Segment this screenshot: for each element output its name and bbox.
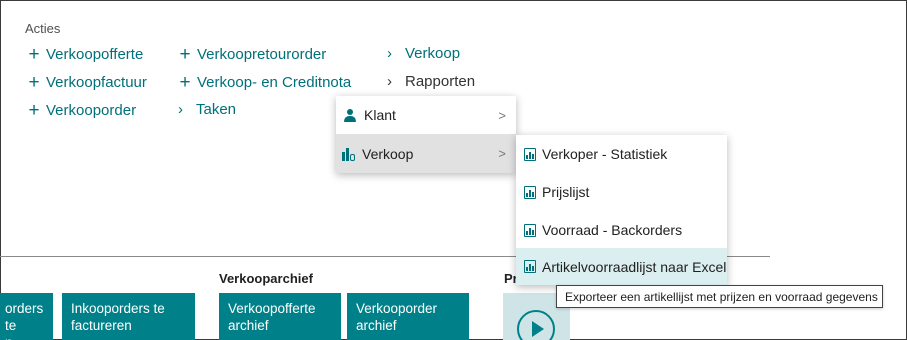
chevron-right-icon: › (178, 101, 183, 118)
play-icon (517, 310, 555, 340)
tile-inkooporders-te-factureren[interactable]: Inkooporders te factureren (62, 293, 195, 340)
report-icon (524, 185, 536, 199)
menu-item-artikelvoorraadlijst-naar-excel[interactable]: Artikelvoorraadlijst naar Excel (516, 248, 727, 285)
menu-item-verkoop[interactable]: Verkoop > (336, 134, 516, 173)
report-icon (524, 147, 536, 161)
chevron-right-icon: › (387, 73, 392, 90)
person-icon (344, 108, 356, 122)
plus-icon: + (179, 72, 191, 93)
chevron-right-icon: > (498, 146, 506, 161)
actions-title: Acties (25, 21, 61, 36)
plus-icon: + (179, 44, 191, 65)
sales-icon (342, 147, 356, 161)
tooltip: Exporteer een artikellijst met prijzen e… (556, 285, 883, 308)
action-verkooporder[interactable]: + Verkooporder (25, 101, 136, 120)
action-rapporten[interactable]: › Rapporten (387, 73, 475, 90)
tile-orders-te-factureren[interactable]: orders te n (0, 293, 53, 340)
report-icon (524, 223, 536, 237)
report-icon (524, 260, 536, 273)
action-verkoopretourorder[interactable]: + Verkoopretourorder (176, 45, 326, 64)
chevron-right-icon: > (498, 107, 506, 123)
tile-verkooporder-archief[interactable]: Verkooporder archief (347, 293, 469, 340)
group-title-verkooparchief: Verkooparchief (219, 271, 313, 286)
action-verkoopfactuur[interactable]: + Verkoopfactuur (25, 72, 146, 93)
menu-item-prijslijst[interactable]: Prijslijst (516, 173, 727, 211)
action-verkoop-en-creditnota[interactable]: + Verkoop- en Creditnota (176, 73, 351, 92)
menu-item-klant[interactable]: Klant > (336, 96, 516, 134)
menu-rapporten: Klant > Verkoop > (336, 96, 516, 173)
menu-item-voorraad-backorders[interactable]: Voorraad - Backorders (516, 211, 727, 249)
action-verkoop[interactable]: › Verkoop (387, 45, 460, 62)
menu-item-verkoper-statistiek[interactable]: Verkoper - Statistiek (516, 135, 727, 173)
action-verkoopofferte[interactable]: + Verkoopofferte (25, 45, 143, 64)
plus-icon: + (28, 100, 40, 121)
plus-icon: + (28, 44, 40, 65)
menu-verkoop: Verkoper - Statistiek Prijslijst Voorraa… (516, 135, 727, 285)
chevron-right-icon: › (387, 45, 392, 62)
plus-icon: + (28, 72, 40, 93)
tile-verkoopofferte-archief[interactable]: Verkoopofferte archief (219, 293, 341, 340)
action-taken[interactable]: › Taken (178, 101, 236, 118)
